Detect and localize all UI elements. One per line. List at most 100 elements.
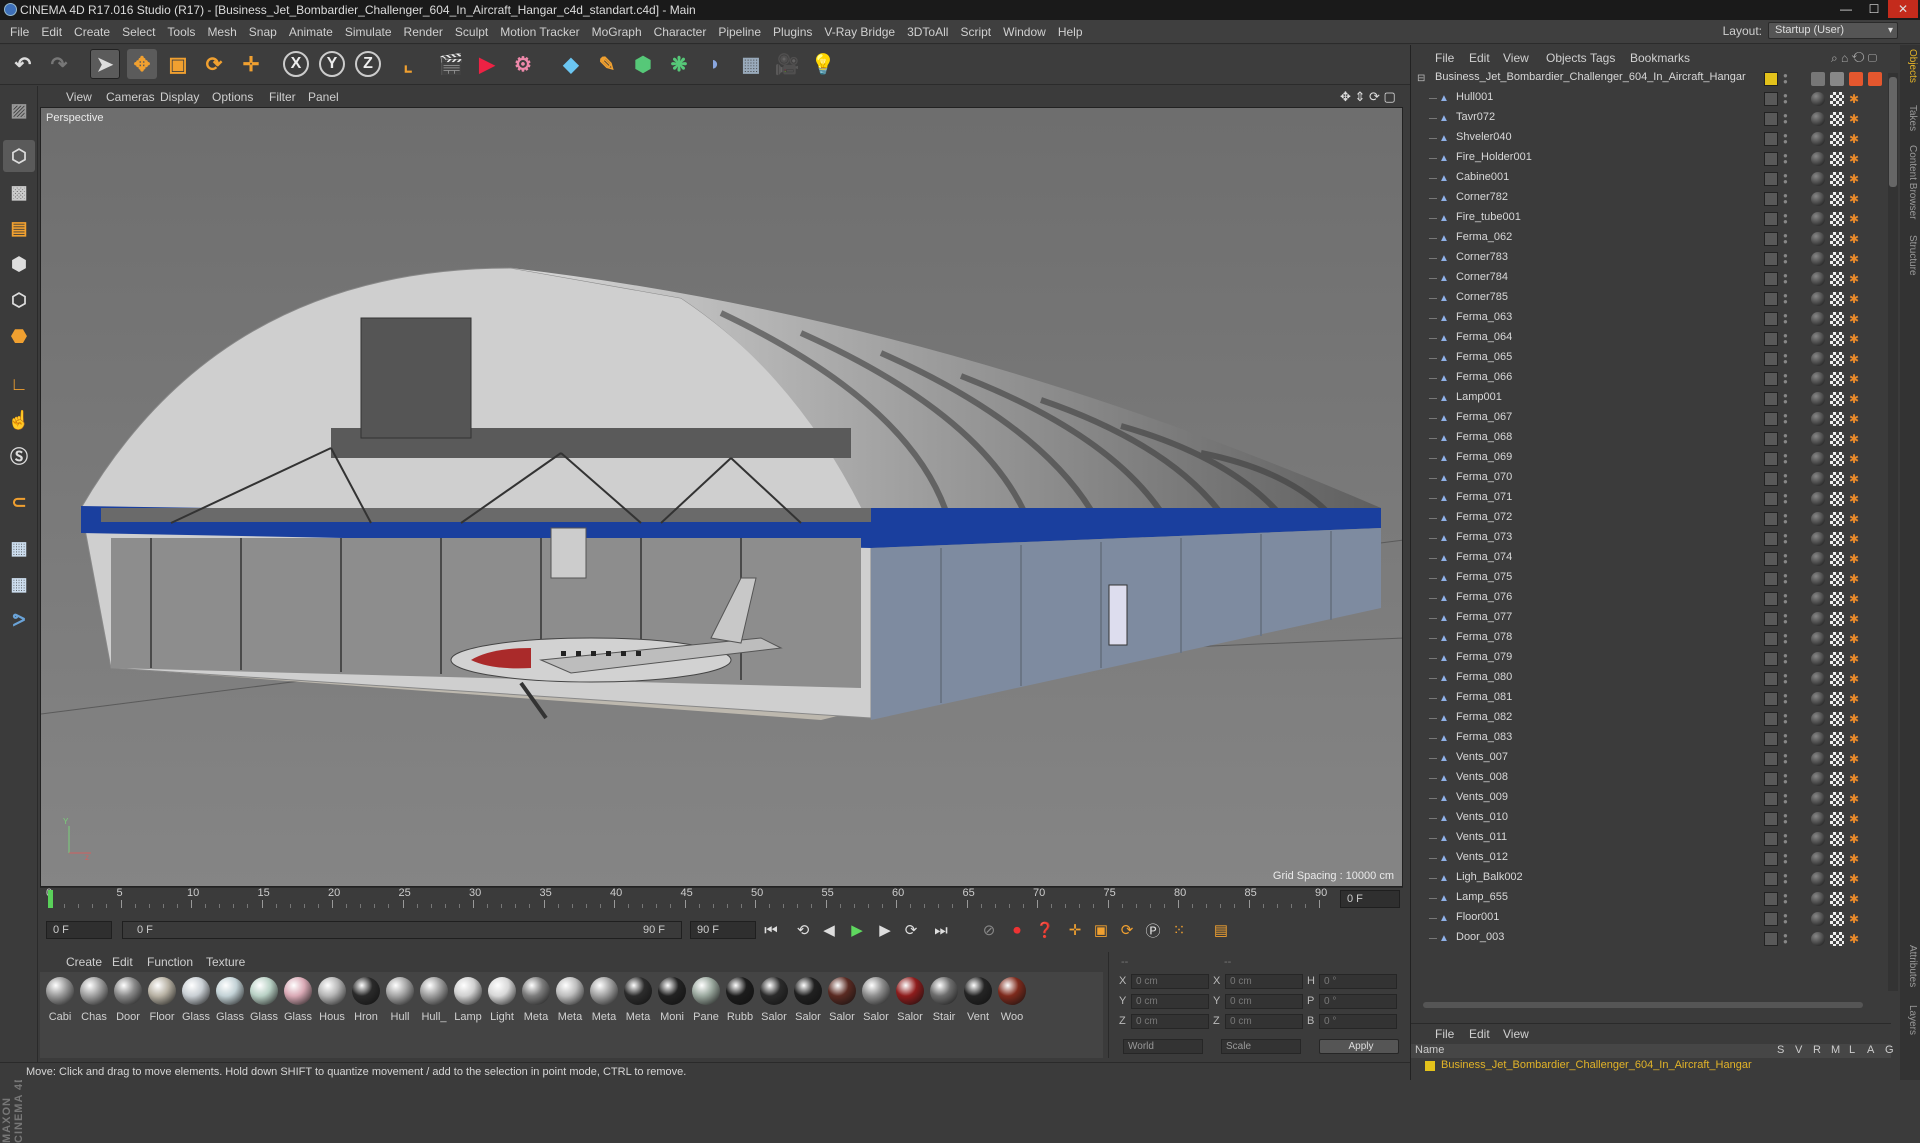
- checker-tag-icon[interactable]: [1830, 932, 1844, 946]
- object-manager-search-icon[interactable]: ⌕ ⌂ ⟲ ▢: [1831, 48, 1877, 68]
- material-swatch[interactable]: Hull: [384, 974, 416, 1028]
- y-axis-lock-icon[interactable]: Y: [319, 51, 345, 77]
- material-tag-icon[interactable]: [1811, 812, 1825, 826]
- checker-tag-icon[interactable]: [1830, 772, 1844, 786]
- material-swatch[interactable]: Vent: [962, 974, 994, 1028]
- phong-tag-icon[interactable]: ✱: [1849, 432, 1863, 446]
- checker-tag-icon[interactable]: [1830, 432, 1844, 446]
- menu-edit[interactable]: Edit: [35, 20, 68, 44]
- menu-mesh[interactable]: Mesh: [201, 20, 242, 44]
- phong-tag-icon[interactable]: ✱: [1849, 812, 1863, 826]
- subdivision-generator-icon[interactable]: ⬢: [628, 49, 658, 79]
- material-tag-icon[interactable]: [1811, 892, 1825, 906]
- object-row[interactable]: ▲ Ferma_069 ● ● ✱: [1411, 449, 1891, 469]
- material-swatch[interactable]: Floor: [146, 974, 178, 1028]
- cloner-icon[interactable]: ❋: [664, 49, 694, 79]
- edit-object-icon[interactable]: [1764, 872, 1778, 886]
- checker-tag-icon[interactable]: [1830, 752, 1844, 766]
- checker-tag-icon[interactable]: [1830, 92, 1844, 106]
- phong-tag-icon[interactable]: ✱: [1849, 672, 1863, 686]
- checker-tag-icon[interactable]: [1830, 172, 1844, 186]
- checker-tag-icon[interactable]: [1830, 692, 1844, 706]
- menu-animate[interactable]: Animate: [283, 20, 339, 44]
- object-menu-bookmarks[interactable]: Bookmarks: [1630, 48, 1690, 68]
- object-row[interactable]: ▲ Corner782 ● ● ✱: [1411, 189, 1891, 209]
- material-menu-function[interactable]: Function: [147, 952, 193, 972]
- coordinate-space-dropdown[interactable]: World: [1123, 1039, 1203, 1054]
- edit-object-icon[interactable]: [1764, 192, 1778, 206]
- edges-mode-icon[interactable]: ⬡: [3, 284, 35, 316]
- layer-menu-file[interactable]: File: [1435, 1024, 1454, 1044]
- edit-object-icon[interactable]: [1764, 332, 1778, 346]
- record-keys-icon[interactable]: ⊘: [978, 919, 1000, 941]
- object-row[interactable]: ▲ Fire_tube001 ● ● ✱: [1411, 209, 1891, 229]
- object-row[interactable]: ▲ Ferma_079 ● ● ✱: [1411, 649, 1891, 669]
- object-row[interactable]: ▲ Vents_011 ● ● ✱: [1411, 829, 1891, 849]
- edit-object-icon[interactable]: [1764, 372, 1778, 386]
- texture-mode-icon[interactable]: ▩: [3, 176, 35, 208]
- points-mode-icon[interactable]: ⬢: [3, 248, 35, 280]
- material-swatch[interactable]: Salor: [792, 974, 824, 1028]
- object-row[interactable]: ▲ Ferma_080 ● ● ✱: [1411, 669, 1891, 689]
- move-tool-icon[interactable]: ✥: [127, 49, 157, 79]
- material-swatch[interactable]: Moni: [656, 974, 688, 1028]
- material-swatch[interactable]: Hron: [350, 974, 382, 1028]
- menu-tools[interactable]: Tools: [161, 20, 201, 44]
- render-view-icon[interactable]: 🎬: [436, 49, 466, 79]
- edit-object-icon[interactable]: [1764, 732, 1778, 746]
- edit-object-icon[interactable]: [1764, 292, 1778, 306]
- visibility-dots-icon[interactable]: ● ●: [1783, 692, 1788, 706]
- next-frame-icon[interactable]: ▶: [874, 919, 896, 941]
- checker-tag-icon[interactable]: [1830, 572, 1844, 586]
- object-row[interactable]: ▲ Lamp001 ● ● ✱: [1411, 389, 1891, 409]
- object-row[interactable]: ▲ Ferma_075 ● ● ✱: [1411, 569, 1891, 589]
- material-tag-icon[interactable]: [1811, 732, 1825, 746]
- menu-sculpt[interactable]: Sculpt: [449, 20, 494, 44]
- visibility-dots-icon[interactable]: ● ●: [1783, 472, 1788, 486]
- material-swatch[interactable]: Chas: [78, 974, 110, 1028]
- material-swatch[interactable]: Salor: [826, 974, 858, 1028]
- phong-tag-icon[interactable]: ✱: [1849, 472, 1863, 486]
- material-tag-icon[interactable]: [1811, 852, 1825, 866]
- edit-object-icon[interactable]: [1764, 592, 1778, 606]
- object-menu-tags[interactable]: Tags: [1590, 48, 1615, 68]
- object-row[interactable]: ▲ Ferma_070 ● ● ✱: [1411, 469, 1891, 489]
- checker-tag-icon[interactable]: [1830, 272, 1844, 286]
- material-swatch[interactable]: Woo: [996, 974, 1028, 1028]
- edit-object-icon[interactable]: [1764, 132, 1778, 146]
- phong-tag-icon[interactable]: ✱: [1849, 332, 1863, 346]
- phong-tag-icon[interactable]: ✱: [1849, 532, 1863, 546]
- object-row[interactable]: ▲ Floor001 ● ● ✱: [1411, 909, 1891, 929]
- material-tag-icon[interactable]: [1811, 172, 1825, 186]
- object-row[interactable]: ▲ Hull001 ● ● ✱: [1411, 89, 1891, 109]
- object-row[interactable]: ▲ Tavr072 ● ● ✱: [1411, 109, 1891, 129]
- checker-tag-icon[interactable]: [1830, 852, 1844, 866]
- object-menu-objects[interactable]: Objects: [1546, 48, 1587, 68]
- transform-tool-icon[interactable]: ✛: [236, 49, 266, 79]
- object-row[interactable]: ▲ Ferma_062 ● ● ✱: [1411, 229, 1891, 249]
- rotate-tool-icon[interactable]: ⟳: [199, 49, 229, 79]
- phong-tag-icon[interactable]: ✱: [1849, 212, 1863, 226]
- material-swatch[interactable]: Hous: [316, 974, 348, 1028]
- phong-tag-icon[interactable]: ✱: [1849, 612, 1863, 626]
- visibility-dots-icon[interactable]: ● ●: [1783, 672, 1788, 686]
- undo-icon[interactable]: ↶: [8, 49, 38, 79]
- checker-tag-icon[interactable]: [1830, 192, 1844, 206]
- material-tag-icon[interactable]: [1811, 532, 1825, 546]
- menu-script[interactable]: Script: [954, 20, 997, 44]
- phong-tag-icon[interactable]: ✱: [1849, 232, 1863, 246]
- edit-object-icon[interactable]: [1764, 272, 1778, 286]
- viewport-menu-panel[interactable]: Panel: [308, 87, 339, 107]
- layer-menu-view[interactable]: View: [1503, 1024, 1529, 1044]
- object-row[interactable]: ▲ Ligh_Balk002 ● ● ✱: [1411, 869, 1891, 889]
- viewport-menu-cameras[interactable]: Cameras: [106, 87, 155, 107]
- material-tag-icon[interactable]: [1811, 132, 1825, 146]
- material-swatch[interactable]: Glass: [214, 974, 246, 1028]
- material-tag-icon[interactable]: [1811, 152, 1825, 166]
- visibility-dots-icon[interactable]: ● ●: [1783, 792, 1788, 806]
- edit-object-icon[interactable]: [1764, 492, 1778, 506]
- coord-value-field[interactable]: 0 °: [1319, 994, 1397, 1009]
- menu-pipeline[interactable]: Pipeline: [712, 20, 767, 44]
- checker-tag-icon[interactable]: [1830, 552, 1844, 566]
- checker-tag-icon[interactable]: [1830, 392, 1844, 406]
